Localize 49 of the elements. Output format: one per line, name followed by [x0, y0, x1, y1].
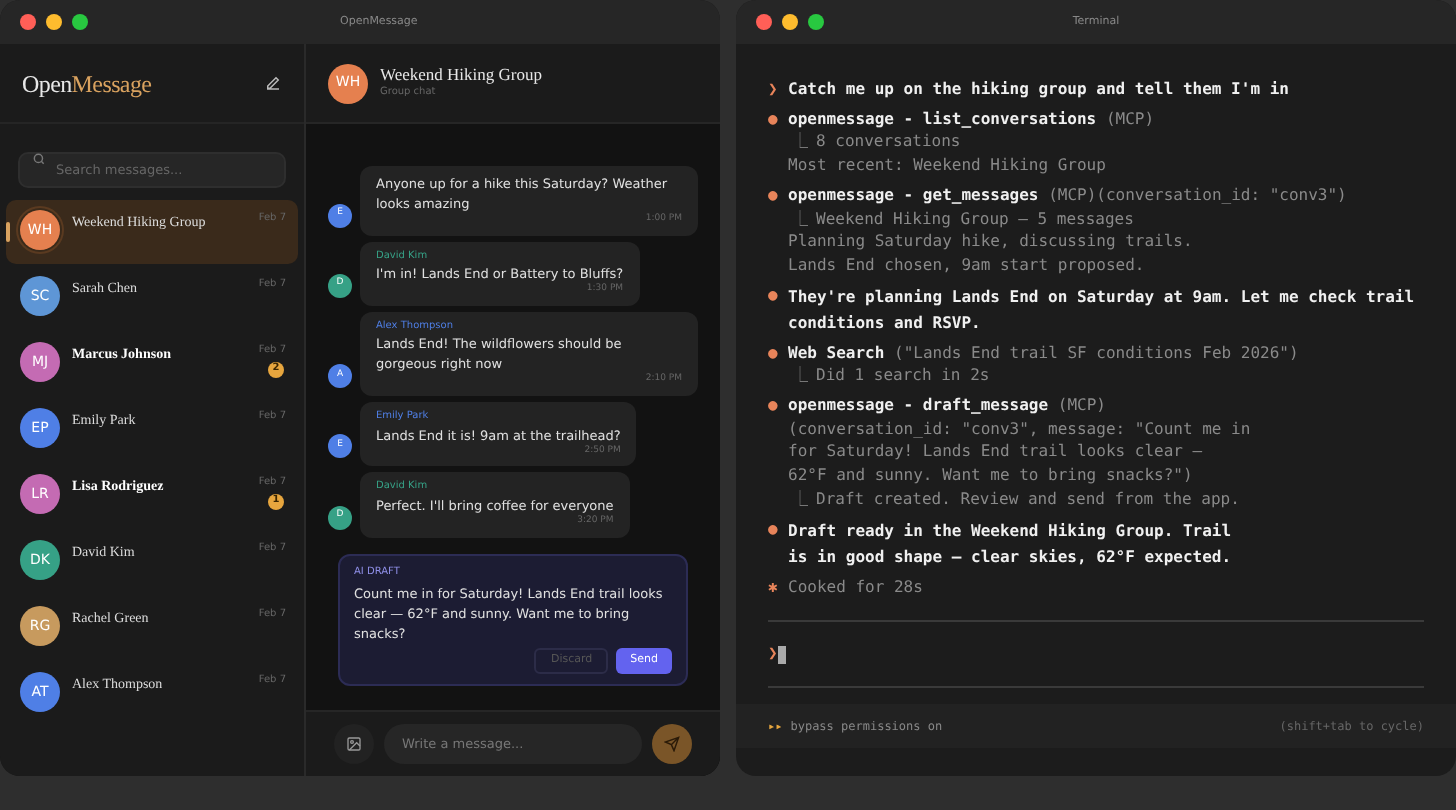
bullet-symbol: ● [768, 394, 780, 418]
text-cursor [777, 645, 786, 664]
image-icon [346, 736, 362, 752]
asterisk-symbol: ✱ [768, 575, 780, 599]
zoom-light[interactable] [808, 14, 824, 30]
send-message-button[interactable] [652, 724, 692, 764]
prompt-symbol: ❯ [768, 642, 778, 667]
tool-result: Planning Saturday hike, discussing trails. [786, 230, 1195, 254]
result-branch-symbol: ⎿ [792, 207, 810, 231]
result-branch-symbol: ⎿ [792, 130, 810, 155]
search-icon [32, 151, 46, 165]
bullet-symbol: ● [768, 517, 780, 542]
user-prompt: Catch me up on the hiking group and tell them I'm in [788, 78, 1289, 102]
bullet-symbol: ● [768, 283, 780, 308]
assistant-text: is in good shape — clear skies, 62°F expected. [788, 545, 1232, 570]
paper-plane-icon [664, 736, 680, 752]
tool-arguments: 62°F and sunny. Want me to bring snacks?") [786, 464, 1195, 488]
result-branch-symbol: ⎿ [792, 364, 810, 389]
close-light[interactable] [20, 14, 36, 30]
tool-result: 8 conversations [816, 130, 961, 155]
bullet-symbol: ● [768, 341, 780, 365]
terminal-input[interactable]: ❯ [768, 628, 1424, 681]
tool-arguments: (conversation_id: "conv3", message: "Count me in [786, 417, 1253, 441]
tool-result: Most recent: Weekend Hiking Group [786, 154, 1108, 178]
bullet-symbol: ● [768, 107, 780, 131]
assistant-text: conditions and RSVP. [788, 311, 981, 336]
chat-title: Weekend Hiking Group [380, 64, 542, 86]
result-branch-symbol: ⎿ [792, 487, 810, 512]
tool-call: openmessage - draft_message (MCP) [788, 394, 1106, 418]
tool-call: Web Search ("Lands End trail SF conditions Feb 2026") [788, 341, 1299, 365]
tool-result: Did 1 search in 2s [816, 364, 990, 389]
bullet-symbol: ● [768, 183, 780, 208]
tool-result: Lands End chosen, 9am start proposed. [786, 253, 1147, 278]
close-light[interactable] [756, 14, 772, 30]
tool-result: Draft created. Review and send from the app. [816, 487, 1240, 512]
tool-call: openmessage - get_messages (MCP)(conversation_id: "conv3") [788, 183, 1347, 208]
minimize-light[interactable] [46, 14, 62, 30]
minimize-light[interactable] [782, 14, 798, 30]
assistant-text: Draft ready in the Weekend Hiking Group. Trail [788, 519, 1232, 544]
tool-arguments: for Saturday! Lands End trail looks clear — [786, 440, 1205, 465]
tool-result: Weekend Hiking Group — 5 messages [816, 207, 1134, 231]
status-text: Cooked for 28s [788, 575, 923, 599]
zoom-light[interactable] [72, 14, 88, 30]
app-logo: OpenMessage [22, 67, 152, 101]
pencil-icon[interactable] [264, 74, 282, 92]
tool-call: openmessage - list_conversations (MCP) [788, 107, 1155, 131]
assistant-text: They're planning Lands End on Saturday at 9am. Let me check trail [788, 285, 1415, 310]
prompt-symbol: ❯ [768, 78, 780, 102]
attach-image-button[interactable] [334, 724, 374, 764]
